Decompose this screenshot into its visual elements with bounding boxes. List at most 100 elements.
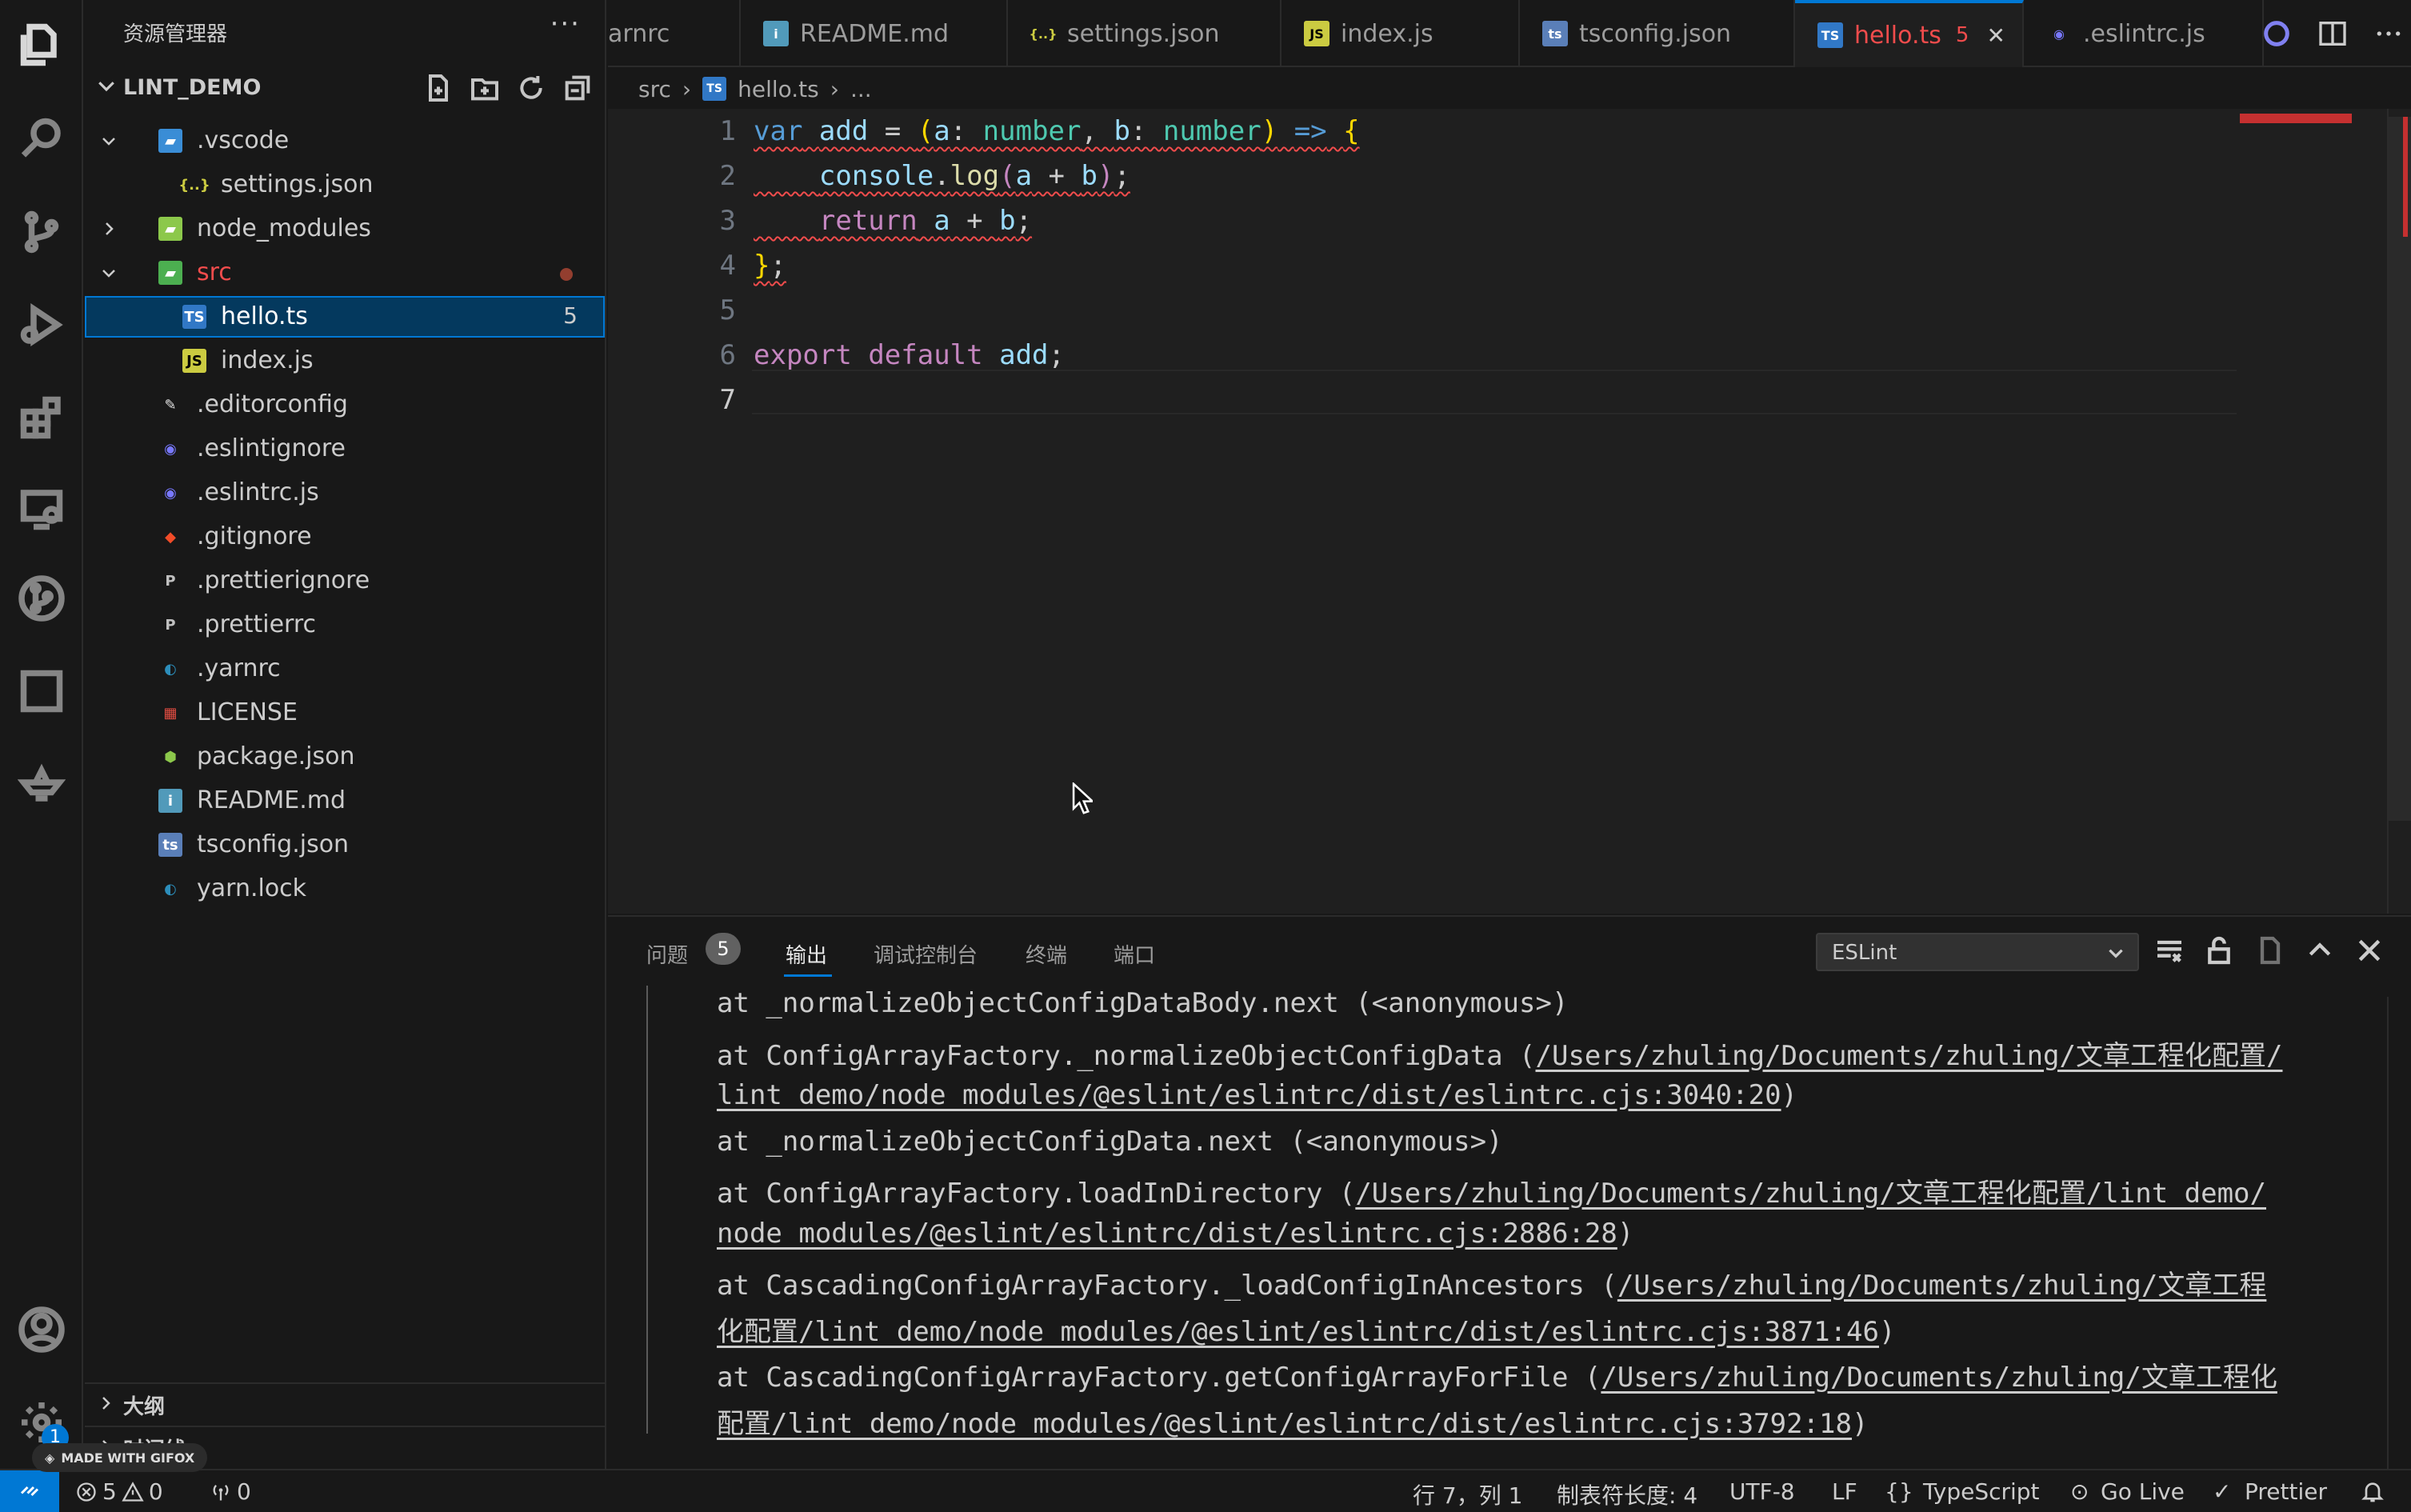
output-scrollbar[interactable] bbox=[2387, 997, 2411, 1469]
clear-output-icon[interactable] bbox=[2153, 934, 2185, 966]
breadcrumb-file[interactable]: hello.ts bbox=[738, 76, 819, 102]
outline-section[interactable]: 大纲 bbox=[85, 1382, 605, 1421]
tree-item[interactable]: ▰ node_modules bbox=[85, 208, 605, 250]
problems-status[interactable]: 5 0 bbox=[75, 1478, 163, 1505]
explorer-icon[interactable] bbox=[13, 16, 70, 74]
output-text: at ConfigArrayFactory.loadInDirectory ( bbox=[717, 1178, 1356, 1210]
remote-explorer-icon[interactable] bbox=[13, 480, 70, 538]
bell-icon[interactable] bbox=[2360, 1478, 2385, 1504]
lock-scroll-icon[interactable] bbox=[2203, 934, 2235, 966]
file-path-link[interactable]: /Users/zhuling/Documents/zhuling/文章工程化 bbox=[1601, 1362, 2277, 1394]
tab-settings-json[interactable]: {..} settings.json bbox=[1008, 0, 1281, 67]
editor-actions bbox=[2261, 18, 2405, 50]
language-mode[interactable]: TypeScript bbox=[1923, 1478, 2040, 1505]
tree-item-label: .eslintrc.js bbox=[197, 478, 319, 506]
tab-readme-md[interactable]: i README.md bbox=[741, 0, 1008, 67]
tree-item[interactable]: ts tsconfig.json bbox=[85, 824, 605, 866]
close-icon[interactable]: ✕ bbox=[1986, 22, 2005, 49]
tree-item[interactable]: ◉ .eslintrc.js bbox=[85, 472, 605, 514]
tab-hello-ts[interactable]: TS hello.ts 5 ✕ bbox=[1795, 0, 2024, 67]
output-line: at CascadingConfigArrayFactory.getConfig… bbox=[717, 1355, 2277, 1394]
ports-status[interactable]: 0 bbox=[210, 1478, 251, 1505]
file-path-link[interactable]: /Users/zhuling/Documents/zhuling/文章工程化配置… bbox=[1536, 1040, 2283, 1072]
tree-item[interactable]: P .prettierignore bbox=[85, 560, 605, 602]
file-path-link[interactable]: /Users/zhuling/Documents/zhuling/文章工程化配置… bbox=[1355, 1178, 2266, 1210]
warning-count: 0 bbox=[148, 1478, 163, 1505]
tree-item[interactable]: ▰ .vscode bbox=[85, 120, 605, 162]
output-channel-select[interactable]: ESLint bbox=[1816, 933, 2139, 971]
tab-arnrc[interactable]: arnrc bbox=[608, 0, 741, 67]
close-panel-icon[interactable] bbox=[2353, 934, 2385, 966]
tree-item[interactable]: TS hello.ts 5 bbox=[85, 296, 605, 338]
new-folder-icon[interactable] bbox=[469, 72, 501, 104]
code-editor[interactable]: 1 2 3 4 5 6 7 var add = (a: number, b: number)… bbox=[608, 109, 2411, 914]
tree-item-label: .gitignore bbox=[197, 522, 312, 550]
collapse-all-icon[interactable] bbox=[562, 72, 594, 104]
tab-debug-console[interactable]: 调试控制台 bbox=[874, 939, 978, 969]
nodejs-icon: ⬢ bbox=[164, 748, 177, 766]
tree-item[interactable]: ▰ src bbox=[85, 252, 605, 294]
activity-bar: 1 bbox=[0, 0, 83, 1469]
file-path-link[interactable]: lint_demo/node_modules/@eslint/eslintrc/… bbox=[717, 1079, 1781, 1111]
tree-item[interactable]: ✎ .editorconfig bbox=[85, 384, 605, 426]
typescript-icon: TS bbox=[182, 305, 206, 329]
tree-item[interactable]: ◉ .eslintignore bbox=[85, 428, 605, 470]
breadcrumb-symbol[interactable]: ... bbox=[850, 76, 872, 102]
tree-item[interactable]: ◐ yarn.lock bbox=[85, 868, 605, 910]
split-editor-icon[interactable] bbox=[2317, 18, 2349, 50]
javascript-icon: JS bbox=[182, 349, 206, 373]
git-graph-icon[interactable] bbox=[13, 570, 70, 627]
encoding[interactable]: UTF-8 bbox=[1729, 1478, 1795, 1505]
tree-item[interactable]: ⬢ package.json bbox=[85, 736, 605, 778]
tab--eslintrc-js[interactable]: ◉ .eslintrc.js bbox=[2024, 0, 2264, 67]
tree-item[interactable]: P .prettierrc bbox=[85, 604, 605, 646]
genie-lamp-icon[interactable] bbox=[13, 754, 70, 811]
tab-tsconfig-json[interactable]: ts tsconfig.json bbox=[1520, 0, 1795, 67]
open-log-icon[interactable] bbox=[2254, 934, 2286, 966]
tab-ports[interactable]: 端口 bbox=[1114, 939, 1155, 969]
tab-problems[interactable]: 问题 bbox=[646, 939, 688, 969]
eslint-action-icon[interactable] bbox=[2261, 18, 2293, 50]
tree-item-label: .vscode bbox=[197, 126, 290, 154]
end-of-line[interactable]: LF bbox=[1832, 1478, 1857, 1505]
file-path-link[interactable]: node_modules/@eslint/eslintrc/dist/eslin… bbox=[717, 1218, 1617, 1250]
tab-terminal[interactable]: 终端 bbox=[1026, 939, 1067, 969]
prettier-status[interactable]: Prettier bbox=[2245, 1478, 2327, 1505]
remote-indicator[interactable] bbox=[0, 1470, 59, 1512]
file-path-link[interactable]: /Users/zhuling/Documents/zhuling/文章工程 bbox=[1617, 1270, 2267, 1302]
file-path-link[interactable]: 配置/lint_demo/node_modules/@eslint/eslint… bbox=[717, 1408, 1852, 1440]
chevron-down-icon bbox=[102, 138, 115, 146]
tree-item[interactable]: ◆ .gitignore bbox=[85, 516, 605, 558]
tab-index-js[interactable]: JS index.js bbox=[1281, 0, 1520, 67]
maximize-panel-icon[interactable] bbox=[2304, 934, 2336, 966]
tab-output[interactable]: 输出 bbox=[786, 939, 827, 969]
square-icon[interactable] bbox=[13, 662, 70, 720]
tree-item-label: .prettierignore bbox=[197, 566, 370, 594]
cursor-position[interactable]: 行 7，列 1 bbox=[1413, 1478, 1522, 1510]
more-icon[interactable] bbox=[2373, 18, 2405, 50]
project-header[interactable]: LINT_DEMO bbox=[85, 70, 605, 106]
go-live-button[interactable]: Go Live bbox=[2101, 1478, 2185, 1505]
tree-item[interactable]: i README.md bbox=[85, 780, 605, 822]
breadcrumb-folder[interactable]: src bbox=[638, 76, 671, 102]
check-icon: ✓ bbox=[2213, 1478, 2232, 1505]
new-file-icon[interactable] bbox=[422, 72, 454, 104]
source-control-icon[interactable] bbox=[13, 203, 70, 261]
account-icon[interactable] bbox=[13, 1301, 70, 1358]
tree-item-label: LICENSE bbox=[197, 698, 298, 726]
tree-item[interactable]: JS index.js bbox=[85, 340, 605, 382]
tab-size[interactable]: 制表符长度: 4 bbox=[1557, 1478, 1697, 1510]
tree-item[interactable]: {..} settings.json bbox=[85, 164, 605, 206]
tree-item[interactable]: ◐ .yarnrc bbox=[85, 648, 605, 690]
extensions-icon[interactable] bbox=[13, 389, 70, 446]
run-debug-icon[interactable] bbox=[13, 296, 70, 354]
broadcast-icon: ⊙ bbox=[2070, 1478, 2089, 1505]
more-actions-button[interactable]: ··· bbox=[550, 8, 581, 40]
file-path-link[interactable]: 化配置/lint_demo/node_modules/@eslint/eslin… bbox=[717, 1316, 1879, 1348]
refresh-icon[interactable] bbox=[515, 72, 547, 104]
outline-label: 大纲 bbox=[123, 1395, 166, 1419]
tab-label: settings.json bbox=[1067, 19, 1220, 48]
search-icon[interactable] bbox=[13, 110, 70, 168]
tree-item[interactable]: ▦ LICENSE bbox=[85, 692, 605, 734]
chevron-right-icon: › bbox=[830, 75, 839, 102]
